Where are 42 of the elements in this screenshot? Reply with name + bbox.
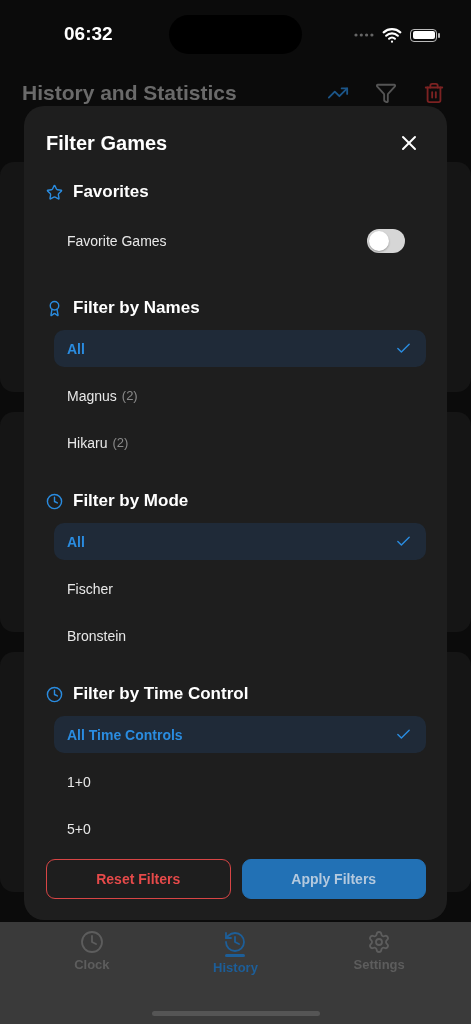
option-label: 1+0: [67, 773, 91, 790]
option-label: All: [67, 533, 85, 550]
filter-option[interactable]: Hikaru (2): [54, 424, 426, 461]
status-time: 06:32: [64, 23, 113, 45]
option-label: All: [67, 340, 85, 357]
signal-icon: [354, 33, 374, 37]
section-title: Filter by Mode: [73, 491, 189, 511]
section-title: Filter by Names: [73, 298, 200, 318]
star-icon: [46, 183, 63, 201]
option-label: Bronstein: [67, 627, 127, 644]
option-label: Hikaru: [67, 434, 108, 451]
option-count: (2): [112, 435, 129, 450]
toggle-label: Favorite Games: [67, 233, 167, 249]
filter-option[interactable]: All: [54, 523, 426, 560]
filter-option[interactable]: Fischer: [54, 570, 426, 607]
clock-icon: [46, 685, 63, 703]
filter-option[interactable]: All: [54, 330, 426, 367]
filter-icon[interactable]: [375, 82, 397, 104]
clock-icon: [79, 930, 104, 954]
section-title: Filter by Time Control: [73, 684, 249, 704]
toggle-switch[interactable]: [367, 229, 405, 253]
option-label: Magnus: [67, 387, 117, 404]
settings-icon: [367, 930, 392, 954]
filter-option[interactable]: Bronstein: [54, 617, 426, 654]
option-label: Fischer: [67, 580, 113, 597]
filter-option[interactable]: 5+0: [54, 810, 426, 847]
option-label: 5+0: [67, 820, 91, 837]
wifi-icon: [382, 25, 402, 45]
battery-icon: [410, 28, 437, 42]
filter-option[interactable]: Magnus (2): [54, 377, 426, 414]
sheet-title: Filter Games: [46, 131, 168, 155]
section-title: Favorites: [73, 182, 149, 202]
filter-option[interactable]: All Time Controls: [54, 716, 426, 753]
page-title: History and Statistics: [22, 81, 238, 105]
clock-icon: [46, 492, 63, 510]
history-icon: [223, 930, 248, 954]
reset-button[interactable]: Reset Filters: [46, 859, 231, 899]
apply-button[interactable]: Apply Filters: [241, 859, 426, 899]
option-count: (2): [121, 388, 138, 403]
option-label: All Time Controls: [67, 726, 183, 743]
filter-option[interactable]: 1+0: [54, 763, 426, 800]
delete-icon[interactable]: [423, 82, 445, 104]
